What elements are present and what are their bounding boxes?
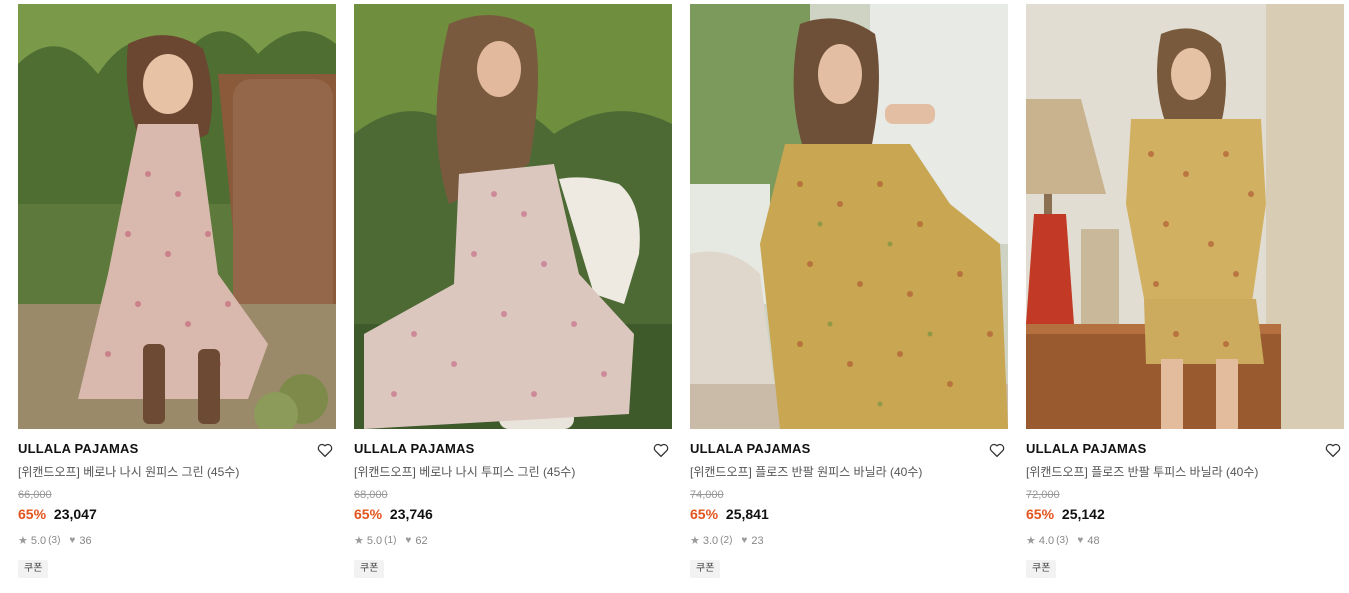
rating-value: 5.0 xyxy=(30,535,47,547)
review-count: (1) xyxy=(384,535,397,546)
heart-outline-icon[interactable] xyxy=(988,441,1006,459)
heart-icon: ♥ xyxy=(69,535,76,546)
product-photo[interactable] xyxy=(690,4,1008,429)
review-count: (2) xyxy=(720,535,733,546)
product-name[interactable]: [위캔드오프] 플로즈 반팔 투피스 바닐라 (40수) xyxy=(1026,464,1344,480)
product-image-4 xyxy=(1026,4,1344,429)
product-stats: ★ 5.0 (1) ♥ 62 xyxy=(354,534,672,548)
like-count: 36 xyxy=(79,535,92,547)
coupon-badge: 쿠폰 xyxy=(18,560,49,578)
review-count: (3) xyxy=(1056,535,1069,546)
price-line: 65% 23,047 xyxy=(18,505,336,523)
product-name[interactable]: [위캔드오프] 베로나 나시 원피스 그린 (45수) xyxy=(18,464,336,480)
heart-outline-icon[interactable] xyxy=(652,441,670,459)
brand-name[interactable]: ULLALA PAJAMAS xyxy=(18,441,336,457)
discount-rate: 65% xyxy=(354,506,383,522)
price-line: 65% 25,841 xyxy=(690,505,1008,523)
product-card[interactable]: ULLALA PAJAMAS [위캔드오프] 플로즈 반팔 원피스 바닐라 (4… xyxy=(690,4,1008,578)
brand-name[interactable]: ULLALA PAJAMAS xyxy=(690,441,1008,457)
coupon-badge: 쿠폰 xyxy=(1026,560,1057,578)
review-count: (3) xyxy=(48,535,61,546)
discount-rate: 65% xyxy=(690,506,719,522)
star-icon: ★ xyxy=(354,535,364,547)
product-card[interactable]: ULLALA PAJAMAS [위캔드오프] 플로즈 반팔 투피스 바닐라 (4… xyxy=(1026,4,1344,578)
sale-price: 23,746 xyxy=(389,506,433,522)
coupon-badge: 쿠폰 xyxy=(690,560,721,578)
like-count: 62 xyxy=(415,535,428,547)
like-count: 23 xyxy=(751,535,764,547)
product-info: ULLALA PAJAMAS [위캔드오프] 베로나 나시 원피스 그린 (45… xyxy=(18,429,336,578)
product-image-3 xyxy=(690,4,1008,429)
product-photo[interactable] xyxy=(1026,4,1344,429)
heart-outline-icon[interactable] xyxy=(316,441,334,459)
rating-value: 4.0 xyxy=(1038,535,1055,547)
original-price: 74,000 xyxy=(690,489,724,501)
heart-outline-icon[interactable] xyxy=(1324,441,1342,459)
product-info: ULLALA PAJAMAS [위캔드오프] 플로즈 반팔 원피스 바닐라 (4… xyxy=(690,429,1008,578)
product-name[interactable]: [위캔드오프] 베로나 나시 투피스 그린 (45수) xyxy=(354,464,672,480)
brand-name[interactable]: ULLALA PAJAMAS xyxy=(1026,441,1344,457)
star-icon: ★ xyxy=(690,535,700,547)
sale-price: 25,142 xyxy=(1061,506,1105,522)
product-card[interactable]: ULLALA PAJAMAS [위캔드오프] 베로나 나시 원피스 그린 (45… xyxy=(18,4,336,578)
discount-rate: 65% xyxy=(1026,506,1055,522)
rating-value: 3.0 xyxy=(702,535,719,547)
product-info: ULLALA PAJAMAS [위캔드오프] 베로나 나시 투피스 그린 (45… xyxy=(354,429,672,578)
product-photo[interactable] xyxy=(354,4,672,429)
price-line: 65% 23,746 xyxy=(354,505,672,523)
original-price: 66,000 xyxy=(18,489,52,501)
heart-icon: ♥ xyxy=(741,535,748,546)
discount-rate: 65% xyxy=(18,506,47,522)
heart-icon: ♥ xyxy=(1077,535,1084,546)
original-price: 72,000 xyxy=(1026,489,1060,501)
product-stats: ★ 3.0 (2) ♥ 23 xyxy=(690,534,1008,548)
star-icon: ★ xyxy=(1026,535,1036,547)
sale-price: 23,047 xyxy=(53,506,97,522)
product-card[interactable]: ULLALA PAJAMAS [위캔드오프] 베로나 나시 투피스 그린 (45… xyxy=(354,4,672,578)
product-image-1 xyxy=(18,4,336,429)
product-info: ULLALA PAJAMAS [위캔드오프] 플로즈 반팔 투피스 바닐라 (4… xyxy=(1026,429,1344,578)
product-photo[interactable] xyxy=(18,4,336,429)
brand-name[interactable]: ULLALA PAJAMAS xyxy=(354,441,672,457)
like-count: 48 xyxy=(1087,535,1100,547)
product-image-2 xyxy=(354,4,672,429)
original-price: 68,000 xyxy=(354,489,388,501)
price-line: 65% 25,142 xyxy=(1026,505,1344,523)
rating-value: 5.0 xyxy=(366,535,383,547)
product-stats: ★ 5.0 (3) ♥ 36 xyxy=(18,534,336,548)
star-icon: ★ xyxy=(18,535,28,547)
heart-icon: ♥ xyxy=(405,535,412,546)
product-grid: ULLALA PAJAMAS [위캔드오프] 베로나 나시 원피스 그린 (45… xyxy=(18,4,1344,578)
sale-price: 25,841 xyxy=(725,506,769,522)
product-name[interactable]: [위캔드오프] 플로즈 반팔 원피스 바닐라 (40수) xyxy=(690,464,1008,480)
product-stats: ★ 4.0 (3) ♥ 48 xyxy=(1026,534,1344,548)
coupon-badge: 쿠폰 xyxy=(354,560,385,578)
